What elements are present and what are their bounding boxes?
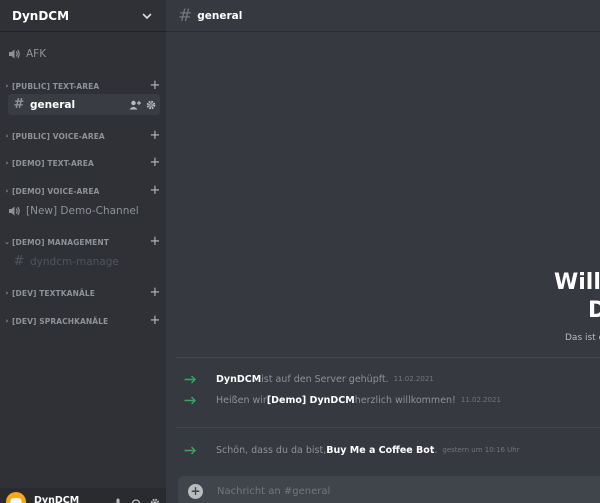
message-timestamp: 11.02.2021 bbox=[460, 396, 501, 404]
category-label: [DEV] TEXTKANÄLE bbox=[12, 288, 95, 298]
server-name: DynDCM bbox=[12, 8, 70, 23]
speaker-icon bbox=[9, 49, 20, 59]
system-message: Heißen wir [Demo] DynDCM herzlich willko… bbox=[184, 392, 501, 408]
join-arrow-icon bbox=[184, 446, 198, 455]
discord-app: DynDCM AFK › [PUBLIC] TEXT-AREA + # gene… bbox=[0, 0, 600, 503]
microphone-icon[interactable] bbox=[114, 498, 122, 503]
message-timestamp: gestern um 10:16 Uhr bbox=[442, 446, 520, 454]
message-text-prefix: Schön, dass du da bist, bbox=[216, 444, 327, 456]
category-public-text-area[interactable]: › [PUBLIC] TEXT-AREA + bbox=[3, 78, 161, 94]
category-label: [DEMO] VOICE-AREA bbox=[12, 186, 100, 196]
welcome-title-line-2: D bbox=[588, 298, 600, 323]
channel-actions bbox=[129, 100, 160, 110]
message-username[interactable]: [Demo] DynDCM bbox=[267, 395, 355, 406]
add-channel-icon[interactable]: + bbox=[149, 184, 161, 197]
user-panel: DynDCM bbox=[0, 488, 166, 503]
voice-channel-label: AFK bbox=[26, 48, 47, 60]
add-channel-icon[interactable]: + bbox=[149, 156, 161, 169]
hash-icon: # bbox=[13, 97, 25, 112]
message-username[interactable]: Buy Me a Coffee Bot bbox=[326, 445, 434, 456]
message-input[interactable] bbox=[217, 485, 577, 497]
add-channel-icon[interactable]: + bbox=[149, 235, 161, 248]
add-channel-icon[interactable]: + bbox=[149, 79, 161, 92]
message-composer: + bbox=[178, 476, 600, 503]
channel-header: # general bbox=[166, 0, 600, 32]
voice-channel-label: [New] Demo-Channel bbox=[26, 205, 139, 217]
category-demo-management[interactable]: ⌄ [DEMO] MANAGEMENT + bbox=[3, 234, 161, 250]
text-channel-label: dyndcm-manage bbox=[30, 255, 119, 268]
welcome-subtitle: Das ist d bbox=[565, 333, 600, 343]
message-text: ist auf den Server gehüpft. bbox=[261, 373, 389, 385]
channel-sidebar: DynDCM AFK › [PUBLIC] TEXT-AREA + # gene… bbox=[0, 0, 166, 503]
category-label: [DEMO] TEXT-AREA bbox=[12, 158, 94, 168]
server-header[interactable]: DynDCM bbox=[0, 0, 166, 32]
chevron-down-icon[interactable] bbox=[140, 9, 154, 23]
message-text: . bbox=[434, 444, 438, 456]
join-arrow-icon bbox=[184, 375, 198, 384]
channel-title: general bbox=[197, 9, 243, 22]
hash-icon: # bbox=[13, 254, 25, 269]
category-label: [PUBLIC] TEXT-AREA bbox=[12, 81, 100, 91]
join-arrow-icon bbox=[184, 396, 198, 405]
username: DynDCM bbox=[34, 495, 80, 503]
system-message: DynDCM ist auf den Server gehüpft. 11.02… bbox=[184, 371, 434, 387]
category-arrow-icon: › bbox=[5, 317, 9, 325]
speaker-icon bbox=[9, 206, 20, 216]
voice-channel-afk[interactable]: AFK bbox=[8, 44, 46, 64]
category-label: [DEV] SPRACHKANÄLE bbox=[12, 316, 109, 326]
category-arrow-icon: › bbox=[5, 132, 9, 140]
category-dev-sprachkanaele[interactable]: › [DEV] SPRACHKANÄLE + bbox=[3, 313, 161, 329]
category-public-voice-area[interactable]: › [PUBLIC] VOICE-AREA + bbox=[3, 128, 161, 144]
add-channel-icon[interactable]: + bbox=[149, 129, 161, 142]
add-attachment-icon[interactable]: + bbox=[188, 483, 203, 499]
category-arrow-icon: › bbox=[5, 187, 9, 195]
add-channel-icon[interactable]: + bbox=[149, 314, 161, 327]
voice-channel-demo[interactable]: [New] Demo-Channel bbox=[8, 201, 139, 221]
welcome-title: Willk bbox=[554, 270, 600, 295]
divider bbox=[176, 357, 600, 358]
category-demo-voice-area[interactable]: › [DEMO] VOICE-AREA + bbox=[3, 183, 161, 199]
headphones-icon[interactable] bbox=[131, 498, 141, 503]
avatar[interactable] bbox=[6, 492, 26, 503]
text-channel-general[interactable]: # general bbox=[8, 94, 160, 115]
invite-user-icon[interactable] bbox=[129, 100, 141, 110]
category-label: [DEMO] MANAGEMENT bbox=[12, 237, 109, 247]
hash-icon: # bbox=[178, 5, 193, 26]
chat-area: # general Willk D Das ist d DynDCM ist a… bbox=[166, 0, 600, 503]
category-arrow-icon: › bbox=[5, 289, 9, 297]
add-channel-icon[interactable]: + bbox=[149, 286, 161, 299]
category-arrow-icon: ⌄ bbox=[4, 238, 10, 246]
message-timestamp: 11.02.2021 bbox=[393, 375, 434, 383]
category-label: [PUBLIC] VOICE-AREA bbox=[12, 131, 105, 141]
category-arrow-icon: › bbox=[5, 159, 9, 167]
message-username[interactable]: DynDCM bbox=[216, 374, 261, 385]
message-text: herzlich willkommen! bbox=[354, 394, 456, 406]
gear-icon[interactable] bbox=[146, 100, 156, 110]
divider bbox=[176, 427, 600, 428]
category-demo-text-area[interactable]: › [DEMO] TEXT-AREA + bbox=[3, 155, 161, 171]
system-message: Schön, dass du da bist, Buy Me a Coffee … bbox=[184, 442, 520, 458]
category-arrow-icon: › bbox=[5, 82, 9, 90]
gear-icon[interactable] bbox=[150, 498, 160, 503]
category-dev-textkanaele[interactable]: › [DEV] TEXTKANÄLE + bbox=[3, 285, 161, 301]
text-channel-label: general bbox=[30, 98, 76, 111]
message-text-prefix: Heißen wir bbox=[216, 394, 267, 406]
user-controls bbox=[114, 498, 160, 503]
text-channel-dyndcm-manage[interactable]: # dyndcm-manage bbox=[8, 251, 160, 272]
